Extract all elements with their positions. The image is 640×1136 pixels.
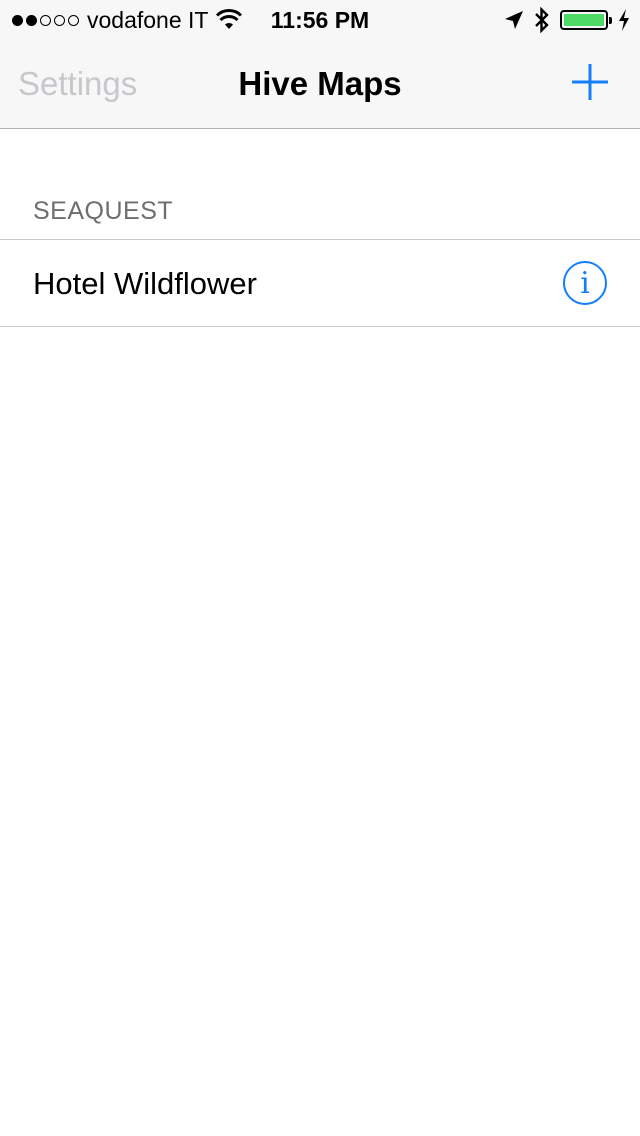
plus-icon[interactable] bbox=[570, 62, 610, 102]
status-left: vodafone IT bbox=[12, 6, 243, 34]
info-icon[interactable]: i bbox=[563, 261, 607, 305]
battery-icon bbox=[560, 10, 612, 30]
bluetooth-icon bbox=[535, 7, 549, 33]
list-item-label: Hotel Wildflower bbox=[33, 266, 257, 301]
charging-bolt-icon bbox=[619, 9, 629, 31]
status-bar: vodafone IT 11:56 PM bbox=[0, 0, 640, 40]
carrier-name: vodafone IT bbox=[87, 6, 209, 33]
navigation-bar: Settings Hive Maps bbox=[0, 40, 640, 129]
list-item[interactable]: Hotel Wildflower i bbox=[0, 239, 640, 327]
section-header: SEAQUEST bbox=[33, 197, 174, 225]
signal-strength-icon bbox=[12, 14, 79, 26]
wifi-icon bbox=[216, 9, 243, 29]
status-right bbox=[504, 6, 630, 34]
battery-fill bbox=[564, 14, 604, 26]
location-arrow-icon bbox=[505, 11, 523, 29]
page-title: Hive Maps bbox=[238, 65, 402, 102]
